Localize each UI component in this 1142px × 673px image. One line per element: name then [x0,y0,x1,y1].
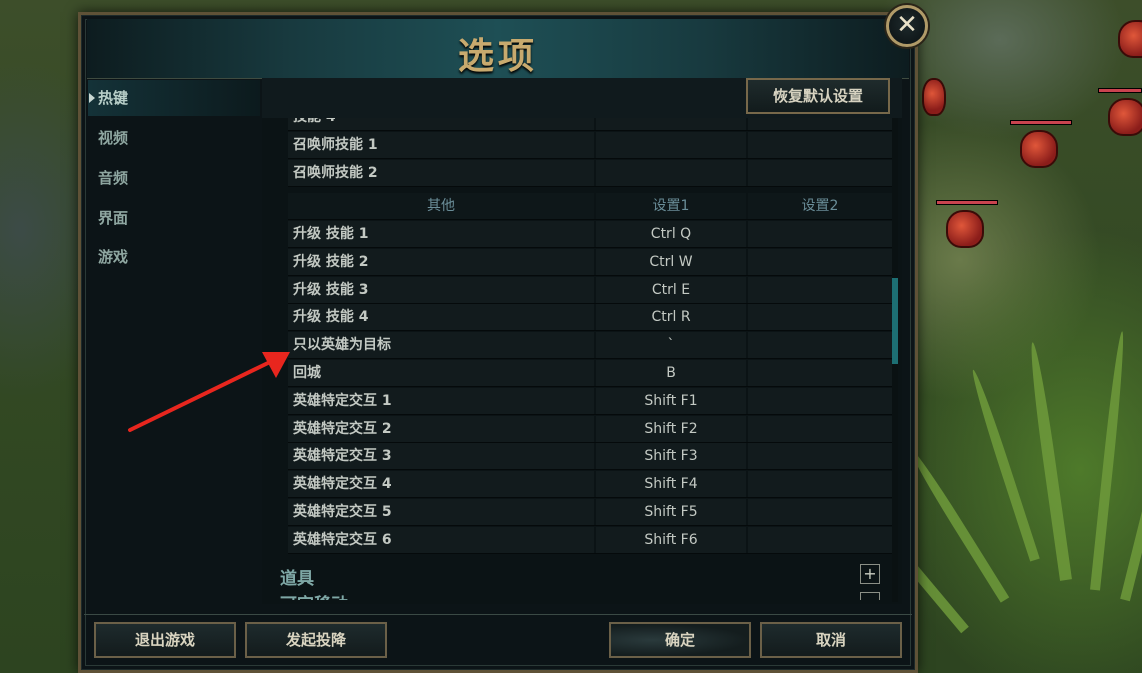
hotkey-binding-1[interactable]: Shift F2 [596,416,746,442]
hotkey-binding-1[interactable]: Shift F6 [596,527,746,553]
sidebar-item-interface[interactable]: 界面 [88,200,260,236]
hotkey-binding-1[interactable]: Shift F3 [596,443,746,469]
hotkey-name: 升级 技能 1 [288,221,594,247]
hotkey-binding-2[interactable] [748,416,892,442]
hotkey-binding-2[interactable] [748,360,892,386]
enemy-minion[interactable] [1010,120,1072,168]
hotkey-binding-1[interactable]: Shift F4 [596,471,746,497]
sidebar-item-video[interactable]: 视频 [88,120,260,156]
hotkey-binding-1[interactable]: Shift F5 [596,499,746,525]
footer-divider [84,614,912,615]
hotkey-binding-2[interactable] [748,304,892,330]
table-row[interactable]: 升级 技能 1 Ctrl Q [288,221,892,248]
hotkey-binding-2[interactable] [748,118,892,130]
hotkey-binding-1[interactable]: Ctrl E [596,277,746,303]
hotkey-binding-1[interactable]: Ctrl Q [596,221,746,247]
hotkey-name: 英雄特定交互 1 [288,388,594,414]
hotkey-name: 英雄特定交互 2 [288,416,594,442]
table-header: 其他 设置1 设置2 [288,193,892,220]
hotkey-binding-1[interactable]: ` [596,332,746,358]
table-row[interactable]: 英雄特定交互 5 Shift F5 [288,499,892,526]
hotkey-binding-1[interactable] [596,160,746,186]
hotkey-binding-1[interactable]: B [596,360,746,386]
hotkey-binding-1[interactable] [596,132,746,158]
table-row[interactable]: 召唤师技能 2 [288,160,892,187]
hotkey-name: 升级 技能 4 [288,304,594,330]
hotkey-name: 英雄特定交互 3 [288,443,594,469]
hotkey-name: 回城 [288,360,594,386]
hotkey-name: 英雄特定交互 6 [288,527,594,553]
hotkey-name: 召唤师技能 2 [288,160,594,186]
hotkey-binding-2[interactable] [748,277,892,303]
hotkey-name: 英雄特定交互 5 [288,499,594,525]
hotkey-binding-2[interactable] [748,388,892,414]
hotkey-name: 技能 4 [288,118,594,130]
table-row[interactable]: 升级 技能 4 Ctrl R [288,304,892,331]
table-row[interactable]: 英雄特定交互 2 Shift F2 [288,416,892,443]
hotkey-binding-2[interactable] [748,160,892,186]
table-row[interactable]: 技能 4 [288,118,892,131]
hotkey-binding-2[interactable] [748,527,892,553]
close-icon[interactable]: ✕ [886,5,928,47]
dialog-title: 选项 [457,35,538,77]
section-next-label[interactable]: 可定移动 [280,590,348,600]
hotkey-binding-1[interactable] [596,118,746,130]
options-sidebar: 热键 视频 音频 界面 游戏 [88,80,260,600]
column-header-setting2: 设置2 [748,193,892,219]
plus-icon[interactable] [860,592,880,600]
enemy-minion[interactable] [936,200,998,248]
table-row[interactable]: 召唤师技能 1 [288,132,892,159]
table-row[interactable]: 回城 B [288,360,892,387]
enemy-minion[interactable] [1108,6,1142,58]
hotkey-table: 技能 4 召唤师技能 1 召唤师技能 2 其他 设置1 设置2 升级 技能 1C… [288,118,892,554]
column-header-other: 其他 [288,193,594,219]
surrender-button[interactable]: 发起投降 [245,622,387,658]
hotkey-binding-2[interactable] [748,249,892,275]
hotkey-binding-1[interactable]: Shift F1 [596,388,746,414]
reset-defaults-button[interactable]: 恢复默认设置 [746,78,890,114]
hotkey-binding-1[interactable]: Ctrl R [596,304,746,330]
table-row[interactable]: 只以英雄为目标 ` [288,332,892,359]
table-row[interactable]: 英雄特定交互 1 Shift F1 [288,388,892,415]
hotkey-binding-2[interactable] [748,443,892,469]
column-header-setting1: 设置1 [596,193,746,219]
hotkey-binding-1[interactable]: Ctrl W [596,249,746,275]
hotkey-binding-2[interactable] [748,132,892,158]
enemy-minion[interactable] [1098,88,1142,136]
sidebar-item-sound[interactable]: 音频 [88,160,260,196]
hotkey-binding-2[interactable] [748,332,892,358]
hotkey-binding-2[interactable] [748,499,892,525]
plus-icon[interactable]: + [860,564,880,584]
hotkey-binding-2[interactable] [748,471,892,497]
hotkey-name: 英雄特定交互 4 [288,471,594,497]
hotkey-name: 升级 技能 3 [288,277,594,303]
table-row[interactable]: 升级 技能 3 Ctrl E [288,277,892,304]
hotkey-name: 只以英雄为目标 [288,332,594,358]
hotkey-name: 召唤师技能 1 [288,132,594,158]
hotkey-binding-2[interactable] [748,221,892,247]
cancel-button[interactable]: 取消 [760,622,902,658]
hotkey-name: 升级 技能 2 [288,249,594,275]
sidebar-item-hotkeys[interactable]: 热键 [88,80,260,116]
section-items-label[interactable]: 道具 [280,564,314,589]
table-row[interactable]: 升级 技能 2 Ctrl W [288,249,892,276]
quit-game-button[interactable]: 退出游戏 [94,622,236,658]
dialog-title-bar: 选项 [87,19,909,79]
scrollbar-thumb[interactable] [892,278,898,364]
table-row[interactable]: 英雄特定交互 6 Shift F6 [288,527,892,554]
sidebar-item-game[interactable]: 游戏 [88,239,260,275]
table-row[interactable]: 英雄特定交互 3 Shift F3 [288,443,892,470]
ok-button[interactable]: 确定 [609,622,751,658]
table-row[interactable]: 英雄特定交互 4 Shift F4 [288,471,892,498]
enemy-minion[interactable] [920,60,964,116]
